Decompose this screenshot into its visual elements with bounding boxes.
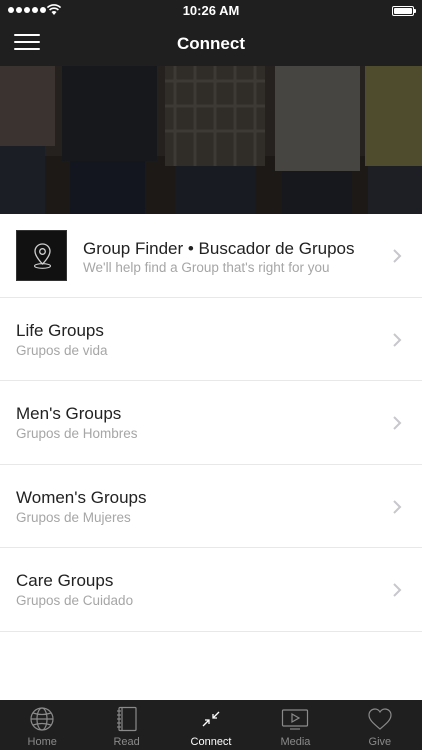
list-item-life-groups[interactable]: Life Groups Grupos de vida — [0, 297, 422, 381]
hero-image — [0, 66, 422, 214]
list-item-subtitle: Grupos de vida — [16, 342, 108, 358]
notebook-icon — [116, 706, 137, 732]
chevron-right-icon — [393, 499, 402, 514]
tab-bar: Home Read Connect Media Give — [0, 700, 422, 750]
tab-label: Home — [27, 736, 57, 748]
tab-read[interactable]: Read — [84, 700, 168, 750]
status-bar: 10:26 AM — [0, 0, 422, 22]
tab-home[interactable]: Home — [0, 700, 84, 750]
tab-label: Give — [368, 736, 392, 748]
group-finder-thumbnail — [16, 230, 67, 281]
globe-icon — [30, 707, 54, 731]
list-item-womens-groups[interactable]: Women's Groups Grupos de Mujeres — [0, 464, 422, 548]
tab-label: Media — [280, 736, 311, 748]
list-item-subtitle: Grupos de Mujeres — [16, 509, 131, 525]
battery-icon — [392, 6, 416, 16]
chevron-right-icon — [393, 583, 402, 597]
map-pin-icon — [33, 243, 52, 269]
list-item-title: Care Groups — [16, 571, 114, 590]
tab-label: Connect — [190, 736, 232, 748]
list-item-mens-groups[interactable]: Men's Groups Grupos de Hombres — [0, 381, 422, 465]
tab-label: Read — [113, 736, 140, 748]
group-list: Group Finder • Buscador de Grupos We'll … — [0, 214, 422, 632]
navigation-bar: Connect — [0, 22, 422, 66]
list-item-subtitle: Grupos de Cuidado — [16, 593, 134, 608]
list-item-care-groups[interactable]: Care Groups Grupos de Cuidado — [0, 548, 422, 632]
chevron-right-icon — [393, 416, 402, 430]
chevron-right-icon — [393, 249, 402, 263]
list-item-title: Group Finder • Buscador de Grupos — [83, 239, 355, 258]
list-item-subtitle: We'll help find a Group that's right for… — [83, 260, 330, 275]
list-item-title: Women's Groups — [16, 487, 147, 507]
list-item-title: Life Groups — [16, 320, 104, 340]
list-item-title: Men's Groups — [16, 404, 122, 423]
tab-connect[interactable]: Connect — [169, 700, 253, 750]
page-title: Connect — [177, 34, 245, 53]
tab-media[interactable]: Media — [253, 700, 337, 750]
chevron-right-icon — [393, 332, 402, 347]
list-item-group-finder[interactable]: Group Finder • Buscador de Grupos We'll … — [0, 214, 422, 298]
list-item-subtitle: Grupos de Hombres — [16, 426, 138, 441]
connect-arrows-icon — [202, 711, 220, 727]
heart-icon — [368, 708, 392, 730]
tab-give[interactable]: Give — [338, 700, 422, 750]
status-time: 10:26 AM — [182, 3, 240, 18]
play-screen-icon — [282, 709, 309, 730]
